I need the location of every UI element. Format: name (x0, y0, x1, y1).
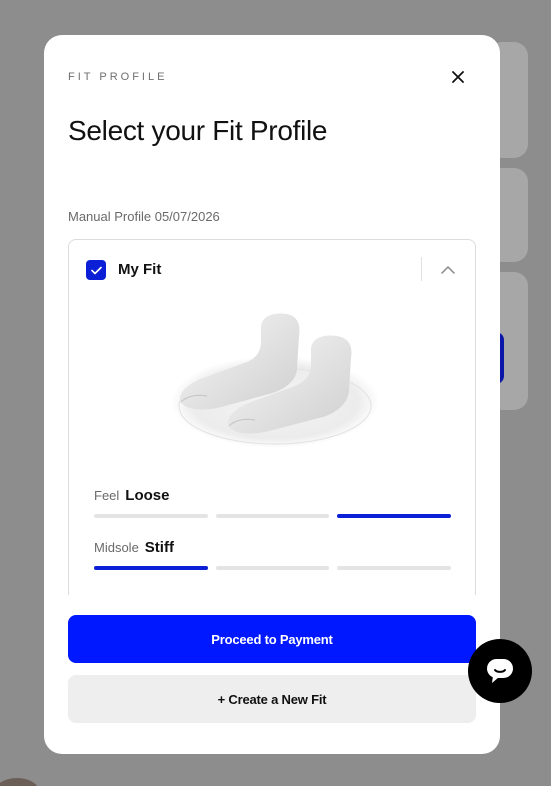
profile-label: Manual Profile 05/07/2026 (68, 209, 220, 224)
chat-button[interactable] (468, 639, 532, 703)
collapse-button[interactable] (437, 260, 459, 280)
background-avatar (0, 778, 40, 786)
close-button[interactable] (448, 67, 468, 87)
metric-value: Stiff (144, 539, 174, 556)
fit-card-header[interactable]: My Fit (69, 240, 475, 298)
checkmark-icon (90, 266, 102, 274)
fit-profile-modal: FIT PROFILE Select your Fit Profile Manu… (44, 35, 500, 754)
midsole-level-bars (94, 566, 452, 570)
proceed-to-payment-button[interactable]: Proceed to Payment (68, 615, 476, 663)
feet-model-image (171, 313, 379, 448)
fit-name: My Fit (118, 261, 162, 278)
level-bar (215, 514, 330, 518)
feel-metric: Feel Loose (94, 487, 454, 518)
level-bar (215, 566, 330, 570)
level-bar (94, 514, 208, 518)
create-new-fit-button[interactable]: + Create a New Fit (68, 675, 476, 723)
level-bar (337, 566, 452, 570)
header-divider (421, 257, 422, 281)
fit-checkbox[interactable] (86, 260, 106, 280)
feel-level-bars (94, 514, 452, 518)
metric-value: Loose (125, 487, 170, 504)
metric-label: Feel (94, 488, 120, 503)
midsole-metric: Midsole Stiff (94, 539, 454, 570)
metric-label: Midsole (94, 540, 139, 555)
level-bar (337, 514, 452, 518)
level-bar (94, 566, 208, 570)
modal-eyebrow: FIT PROFILE (68, 71, 168, 83)
chevron-up-icon (441, 266, 455, 274)
modal-title: Select your Fit Profile (68, 115, 328, 146)
chat-bubble-icon (487, 659, 513, 683)
close-icon (452, 71, 464, 83)
fit-card: My Fit Feel Loose Midsole Stiff (68, 239, 476, 595)
